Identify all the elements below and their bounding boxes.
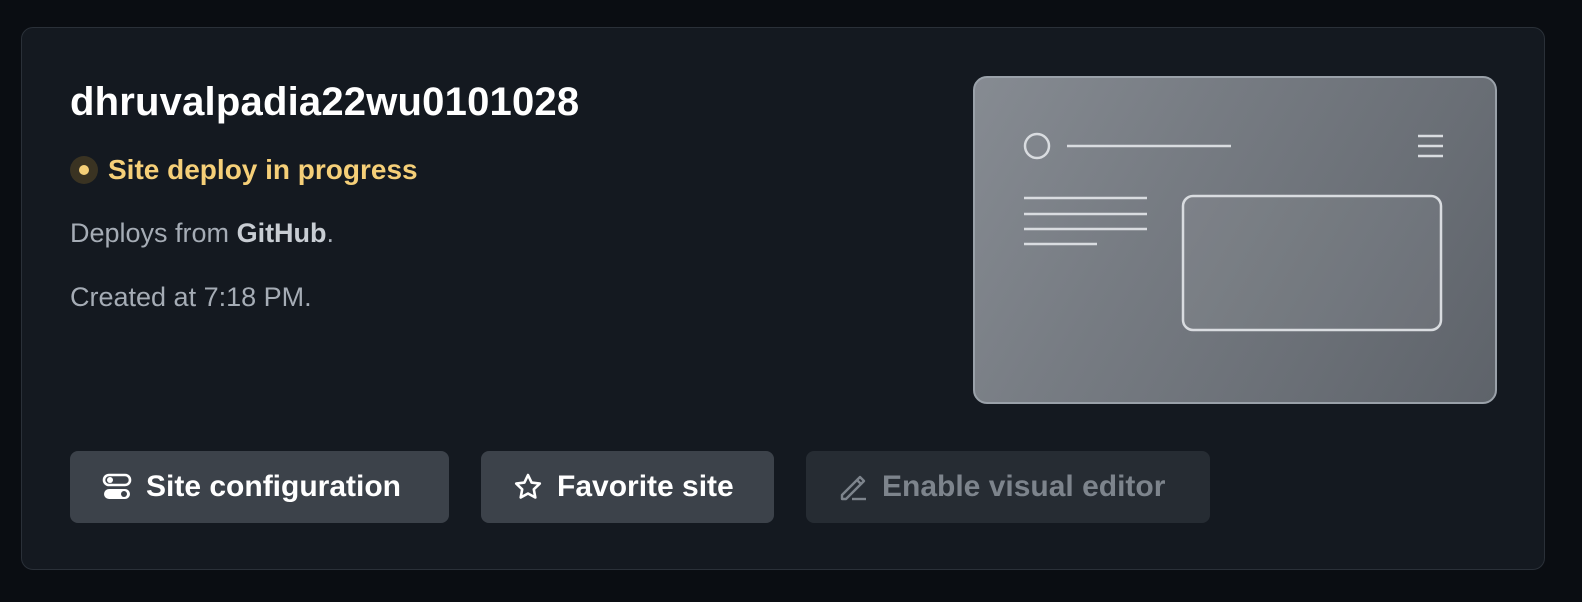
created-at-text: Created at 7:18 PM. — [70, 282, 312, 312]
enable-visual-editor-button[interactable]: Enable visual editor — [806, 451, 1210, 523]
site-preview-thumbnail[interactable] — [973, 76, 1497, 404]
site-card: dhruvalpadia22wu0101028 Site deploy in p… — [21, 27, 1545, 570]
pencil-icon — [838, 472, 868, 502]
site-configuration-button[interactable]: Site configuration — [70, 451, 449, 523]
deploy-prefix: Deploys from — [70, 218, 237, 248]
deploy-source-text: Deploys from GitHub. — [70, 218, 334, 249]
enable-visual-editor-label: Enable visual editor — [882, 470, 1166, 503]
favorite-site-label: Favorite site — [557, 470, 734, 503]
wireframe-illustration — [1023, 132, 1443, 332]
site-name[interactable]: dhruvalpadia22wu0101028 — [70, 80, 579, 125]
status-text: Site deploy in progress — [108, 154, 418, 185]
wireframe-logo-circle — [1023, 132, 1051, 160]
status-dot-icon — [79, 165, 89, 175]
status-indicator — [70, 156, 98, 184]
menu-icon — [1418, 134, 1443, 158]
site-configuration-label: Site configuration — [146, 470, 401, 503]
deploy-status: Site deploy in progress — [70, 154, 418, 186]
deploy-suffix: . — [326, 218, 335, 248]
toggles-icon — [102, 472, 132, 502]
deploy-source: GitHub — [236, 218, 327, 248]
favorite-site-button[interactable]: Favorite site — [481, 451, 774, 523]
wireframe-text-lines — [1024, 196, 1147, 246]
wireframe-content-box — [1181, 194, 1443, 332]
star-icon — [513, 472, 543, 502]
